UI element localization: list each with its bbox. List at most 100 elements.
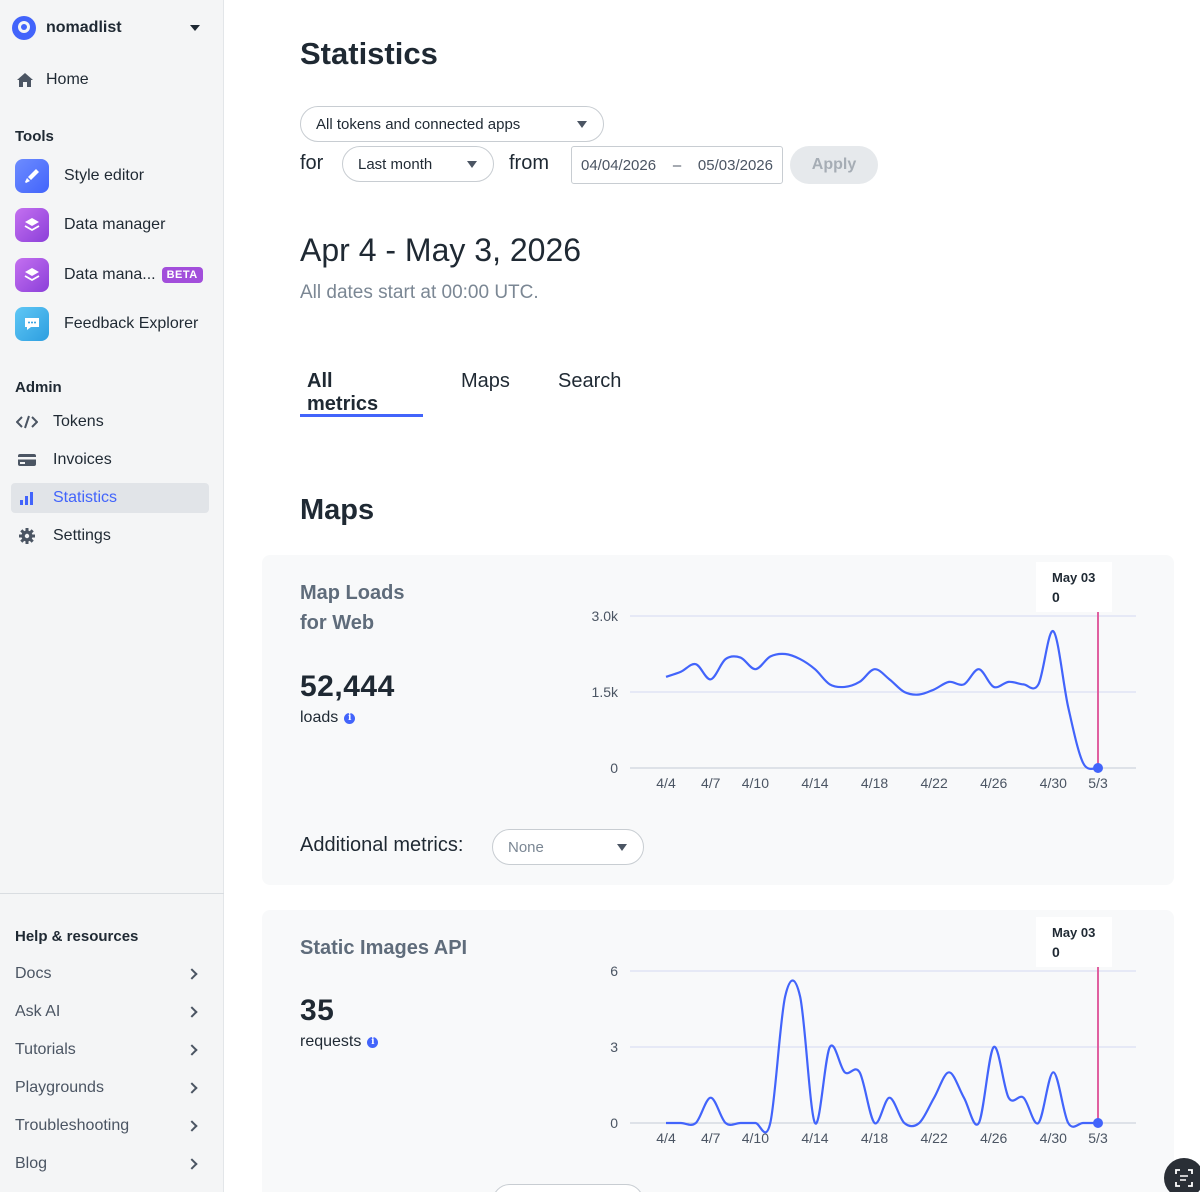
- chevron-right-icon: [186, 1006, 198, 1018]
- sidebar-item-feedback-explorer[interactable]: Feedback Explorer: [15, 307, 215, 341]
- additional-metrics-select[interactable]: [492, 1184, 644, 1192]
- sidebar-item-label: Data manager: [64, 216, 166, 233]
- static-images-card: Static Images API 35 requests i 0 3 6 4/4 4/…: [262, 910, 1174, 1192]
- date-separator: –: [672, 156, 682, 174]
- sidebar-item-settings[interactable]: Settings: [11, 521, 209, 551]
- help-item-tutorials[interactable]: Tutorials: [15, 1036, 200, 1064]
- sidebar-item-label: Statistics: [53, 489, 118, 506]
- x-tick-label: 4/7: [701, 1130, 721, 1146]
- bar-chart-icon: [16, 490, 38, 506]
- x-tick-label: 4/22: [921, 1130, 948, 1146]
- tab-maps[interactable]: Maps: [461, 370, 510, 393]
- mapbox-logo-icon: [12, 16, 36, 40]
- x-tick-label: 4/18: [861, 775, 888, 791]
- maps-section-title: Maps: [300, 494, 375, 526]
- account-name: nomadlist: [46, 19, 122, 36]
- help-item-label: Tutorials: [15, 1041, 76, 1058]
- y-tick-label: 6: [610, 963, 618, 979]
- hover-point: [1093, 763, 1103, 773]
- additional-metrics-value: None: [508, 838, 544, 856]
- sidebar-item-invoices[interactable]: Invoices: [11, 445, 209, 475]
- caret-down-icon: [617, 843, 627, 851]
- chevron-right-icon: [186, 1044, 198, 1056]
- hover-point: [1093, 1118, 1103, 1128]
- help-item-label: Ask AI: [15, 1003, 61, 1020]
- x-tick-label: 5/3: [1088, 775, 1108, 791]
- account-switcher[interactable]: nomadlist: [12, 14, 212, 42]
- chevron-right-icon: [186, 1120, 198, 1132]
- sidebar-item-label: Tokens: [53, 413, 104, 430]
- x-tick-label: 4/14: [801, 1130, 828, 1146]
- sidebar-item-label: Feedback Explorer: [64, 315, 199, 332]
- x-tick-label: 4/26: [980, 1130, 1007, 1146]
- date-range-picker[interactable]: 04/04/2026 – 05/03/2026: [571, 146, 783, 184]
- series-line: [665, 630, 1099, 771]
- y-tick-label: 0: [610, 760, 618, 776]
- apply-button[interactable]: Apply: [790, 146, 878, 184]
- tools-section-title: Tools: [15, 128, 54, 145]
- chat-bubble-icon: [15, 307, 49, 341]
- sidebar-item-tokens[interactable]: Tokens: [11, 407, 209, 437]
- scan-icon[interactable]: [1164, 1158, 1200, 1192]
- help-item-ask-ai[interactable]: Ask AI: [15, 998, 200, 1026]
- sidebar-item-data-manager-beta[interactable]: Data mana... BETA: [15, 258, 215, 292]
- tab-all-metrics[interactable]: All metrics: [307, 370, 378, 416]
- period-value: Last month: [358, 155, 433, 173]
- x-tick-label: 4/10: [742, 775, 769, 791]
- layers-icon: [15, 258, 49, 292]
- beta-badge: BETA: [161, 267, 203, 283]
- help-item-label: Blog: [15, 1155, 48, 1172]
- caret-down-icon: [577, 120, 587, 128]
- sidebar-item-label: Home: [46, 71, 89, 88]
- x-tick-label: 4/7: [701, 775, 721, 791]
- gear-icon: [16, 527, 38, 545]
- help-item-blog[interactable]: Blog: [15, 1150, 200, 1178]
- token-filter-select[interactable]: All tokens and connected apps: [300, 106, 604, 142]
- x-tick-label: 4/18: [861, 1130, 888, 1146]
- y-tick-label: 3.0k: [592, 608, 619, 624]
- help-item-docs[interactable]: Docs: [15, 960, 200, 988]
- chevron-right-icon: [186, 968, 198, 980]
- x-tick-label: 4/22: [921, 775, 948, 791]
- y-tick-label: 3: [610, 1039, 618, 1055]
- tooltip-value: 0: [1052, 944, 1060, 960]
- chart-tooltip: May 03 0: [1036, 562, 1112, 612]
- tab-search[interactable]: Search: [558, 370, 621, 393]
- caret-down-icon: [467, 160, 477, 168]
- x-tick-label: 4/14: [801, 775, 828, 791]
- help-item-playgrounds[interactable]: Playgrounds: [15, 1074, 200, 1102]
- chart-tooltip: May 03 0: [1036, 917, 1112, 967]
- x-tick-label: 4/30: [1040, 1130, 1067, 1146]
- additional-metrics-select[interactable]: None: [492, 829, 644, 865]
- token-filter-value: All tokens and connected apps: [316, 115, 521, 133]
- date-range-title: Apr 4 - May 3, 2026: [300, 232, 582, 268]
- brush-icon: [15, 159, 49, 193]
- help-item-troubleshooting[interactable]: Troubleshooting: [15, 1112, 200, 1140]
- sidebar-item-statistics[interactable]: Statistics: [11, 483, 209, 513]
- x-tick-label: 4/30: [1040, 775, 1067, 791]
- x-tick-label: 5/3: [1088, 1130, 1108, 1146]
- help-item-label: Docs: [15, 965, 52, 982]
- date-start[interactable]: 04/04/2026: [581, 157, 656, 174]
- y-tick-label: 1.5k: [592, 684, 619, 700]
- sidebar-item-label: Settings: [53, 527, 111, 544]
- series-line: [666, 979, 1098, 1134]
- help-item-label: Playgrounds: [15, 1079, 104, 1096]
- period-select[interactable]: Last month: [342, 146, 494, 182]
- date-end[interactable]: 05/03/2026: [698, 157, 773, 174]
- help-item-label: Troubleshooting: [15, 1117, 130, 1134]
- active-tab-indicator: [300, 414, 423, 417]
- sidebar: nomadlist Home Tools Style editor Data m…: [0, 0, 224, 1192]
- sidebar-item-style-editor[interactable]: Style editor: [15, 159, 215, 193]
- x-tick-label: 4/4: [656, 775, 676, 791]
- credit-card-icon: [16, 453, 38, 467]
- code-icon: [16, 415, 38, 429]
- sidebar-item-data-manager[interactable]: Data manager: [15, 208, 215, 242]
- sidebar-item-home[interactable]: Home: [16, 66, 89, 94]
- tooltip-date: May 03: [1052, 925, 1096, 940]
- tooltip-value: 0: [1052, 589, 1060, 605]
- sidebar-item-label: Data mana...: [64, 266, 156, 283]
- admin-section-title: Admin: [15, 379, 62, 396]
- layers-icon: [15, 208, 49, 242]
- caret-down-icon: [190, 25, 200, 31]
